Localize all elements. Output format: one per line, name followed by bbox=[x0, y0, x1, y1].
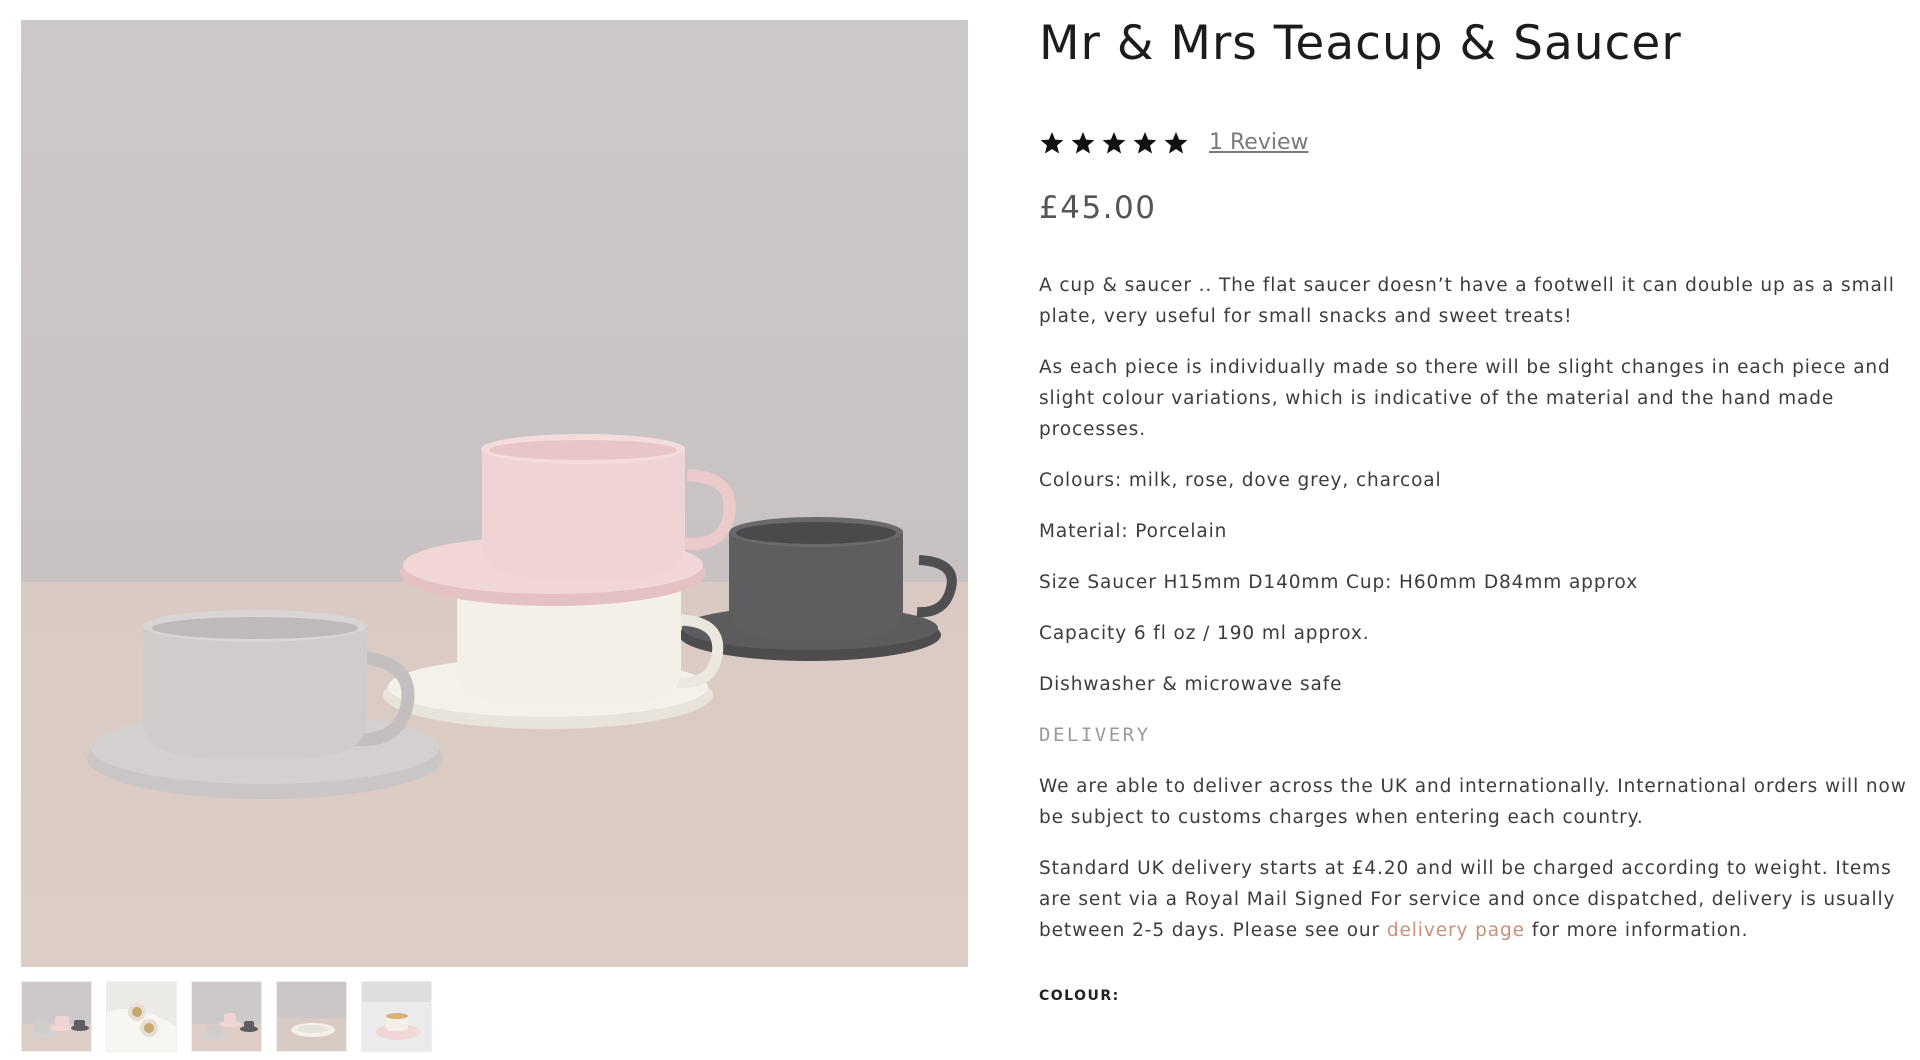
star-rating bbox=[1039, 130, 1189, 156]
thumbnail-1[interactable] bbox=[21, 981, 92, 1052]
colour-option-label: COLOUR: bbox=[1039, 987, 1120, 1004]
thumbnail-5[interactable] bbox=[361, 981, 432, 1052]
product-main-image[interactable] bbox=[21, 20, 968, 967]
delivery-page-link[interactable]: delivery page bbox=[1387, 920, 1525, 941]
product-gallery bbox=[21, 20, 968, 1052]
delivery-paragraph: We are able to deliver across the UK and… bbox=[1039, 775, 1907, 828]
capacity-line: Capacity 6 fl oz / 190 ml approx. bbox=[1039, 622, 1370, 644]
product-title: Mr & Mrs Teacup & Saucer bbox=[1039, 16, 1682, 71]
product-price: £45.00 bbox=[1039, 189, 1157, 226]
size-line: Size Saucer H15mm D140mm Cup: H60mm D84m… bbox=[1039, 571, 1639, 593]
product-description: A cup & saucer .. The flat saucer doesn’… bbox=[1039, 270, 1911, 946]
material-line: Material: Porcelain bbox=[1039, 520, 1228, 542]
colours-line: Colours: milk, rose, dove grey, charcoal bbox=[1039, 469, 1442, 491]
thumbnail-strip bbox=[21, 981, 968, 1052]
thumbnail-2[interactable] bbox=[106, 981, 177, 1052]
description-paragraph: A cup & saucer .. The flat saucer doesn’… bbox=[1039, 274, 1895, 327]
star-icon bbox=[1133, 131, 1157, 154]
care-line: Dishwasher & microwave safe bbox=[1039, 673, 1343, 695]
thumbnail-4[interactable] bbox=[276, 981, 347, 1052]
delivery-paragraph: Standard UK delivery starts at £4.20 and… bbox=[1039, 853, 1911, 946]
star-icon bbox=[1102, 131, 1126, 154]
delivery-text: for more information. bbox=[1524, 919, 1749, 941]
thumbnail-3[interactable] bbox=[191, 981, 262, 1052]
description-paragraph: As each piece is individually made so th… bbox=[1039, 356, 1891, 440]
star-icon bbox=[1164, 131, 1188, 154]
rating-row: 1 Review bbox=[1039, 130, 1911, 156]
review-link[interactable]: 1 Review bbox=[1209, 130, 1308, 155]
star-icon bbox=[1071, 131, 1095, 154]
star-icon bbox=[1040, 131, 1064, 154]
product-info: Mr & Mrs Teacup & Saucer 1 Review £45.00… bbox=[1039, 18, 1911, 1004]
delivery-heading: DELIVERY bbox=[1039, 723, 1151, 746]
